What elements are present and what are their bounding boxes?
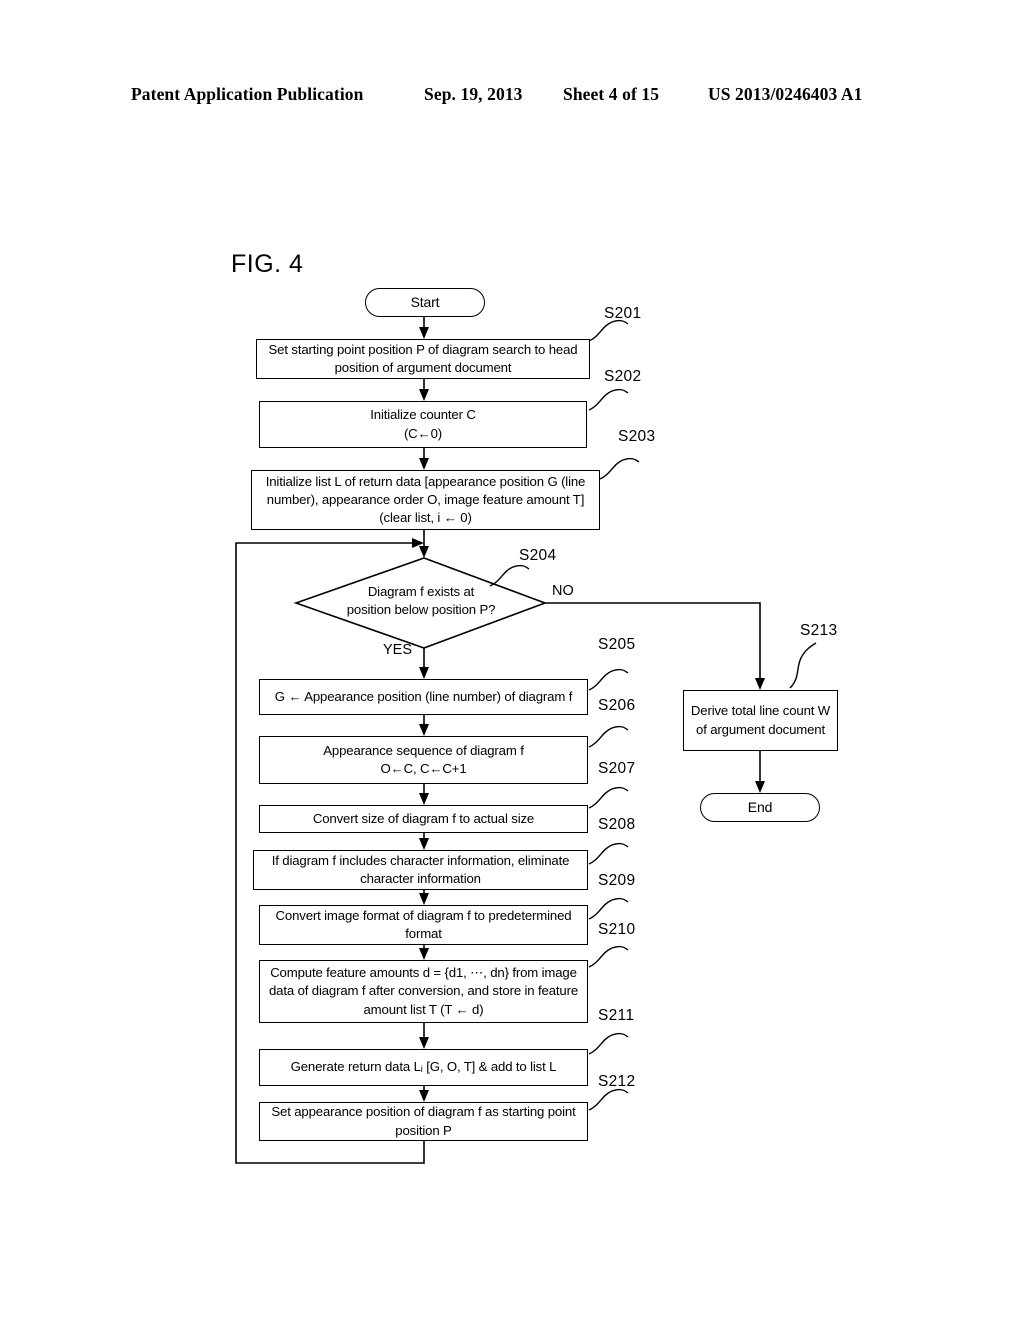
terminal-end[interactable]: End xyxy=(700,793,820,822)
flowchart-figure-4: Start End Set starting point position P … xyxy=(0,0,1024,1320)
step-label-s204: S204 xyxy=(519,547,557,564)
step-label-s205: S205 xyxy=(598,636,636,653)
arrowhead-s210 xyxy=(419,948,429,960)
arrowhead-s206 xyxy=(419,724,429,736)
process-box-s207-text: Convert size of diagram f to actual size xyxy=(312,810,535,826)
process-box-s203-text: Initialize list L of return data [appear… xyxy=(265,473,586,526)
process-box-s213[interactable]: Derive total line count W of argument do… xyxy=(683,690,838,751)
terminal-start[interactable]: Start xyxy=(365,288,485,317)
connector-no-to-s213 xyxy=(545,602,761,681)
process-box-s202-text: Initialize counter C (C←0) xyxy=(370,407,476,441)
step-label-s208: S208 xyxy=(598,816,636,833)
terminal-end-label: End xyxy=(747,798,773,815)
arrowhead-s212 xyxy=(419,1090,429,1102)
process-box-s211[interactable]: Generate return data Lᵢ [G, O, T] & add … xyxy=(259,1049,588,1086)
leader-s205 xyxy=(588,668,629,691)
leader-s210 xyxy=(588,945,629,968)
terminal-start-label: Start xyxy=(410,293,440,310)
process-box-s208[interactable]: If diagram f includes character informat… xyxy=(253,850,588,890)
process-box-s212-text: Set appearance position of diagram f as … xyxy=(271,1104,576,1138)
decision-text-line2: position below position P? xyxy=(346,602,496,618)
step-label-s207: S207 xyxy=(598,760,636,777)
leader-s201 xyxy=(588,319,629,342)
leader-s209 xyxy=(588,897,629,920)
process-box-s210[interactable]: Compute feature amounts d = {d1, ⋯, dn} … xyxy=(259,960,588,1023)
step-label-s206: S206 xyxy=(598,697,636,714)
leader-s213 xyxy=(789,642,817,689)
process-box-s213-text: Derive total line count W of argument do… xyxy=(690,703,831,737)
leader-s211 xyxy=(588,1032,629,1055)
step-label-s203: S203 xyxy=(618,428,656,445)
arrowhead-s202 xyxy=(419,389,429,401)
arrowhead-s211 xyxy=(419,1037,429,1049)
step-label-s210: S210 xyxy=(598,921,636,938)
process-box-s208-text: If diagram f includes character informat… xyxy=(271,852,570,886)
process-box-s211-text: Generate return data Lᵢ [G, O, T] & add … xyxy=(290,1059,557,1075)
arrowhead-s213 xyxy=(755,678,765,690)
process-box-s201[interactable]: Set starting point position P of diagram… xyxy=(256,339,590,379)
arrowhead-decision xyxy=(419,546,429,558)
step-label-s213: S213 xyxy=(800,622,838,639)
leader-s203 xyxy=(599,457,640,480)
leader-s206 xyxy=(588,725,629,748)
leader-s212 xyxy=(588,1088,629,1111)
arrowhead-s201 xyxy=(419,327,429,339)
leader-s202 xyxy=(588,388,629,411)
arrowhead-s207 xyxy=(419,793,429,805)
process-box-s206-text: Appearance sequence of diagram f O←C, C←… xyxy=(323,742,524,776)
step-label-s209: S209 xyxy=(598,872,636,889)
arrowhead-s209 xyxy=(419,893,429,905)
process-box-s202[interactable]: Initialize counter C (C←0) xyxy=(259,401,587,448)
process-box-s209[interactable]: Convert image format of diagram f to pre… xyxy=(259,905,588,945)
arrowhead-s205 xyxy=(419,667,429,679)
arrowhead-s203 xyxy=(419,458,429,470)
leader-s208 xyxy=(588,842,629,865)
branch-label-yes: YES xyxy=(383,642,413,658)
process-box-s205-text: G ← Appearance position (line number) of… xyxy=(274,688,573,704)
arrowhead-feedback xyxy=(412,538,424,548)
step-label-s201: S201 xyxy=(604,305,642,322)
process-box-s201-text: Set starting point position P of diagram… xyxy=(268,341,578,375)
step-label-s211: S211 xyxy=(598,1007,635,1024)
process-box-s206[interactable]: Appearance sequence of diagram f O←C, C←… xyxy=(259,736,588,784)
process-box-s205[interactable]: G ← Appearance position (line number) of… xyxy=(259,679,588,715)
process-box-s212[interactable]: Set appearance position of diagram f as … xyxy=(259,1102,588,1141)
decision-text-line1: Diagram f exists at xyxy=(367,584,475,599)
arrowhead-s208 xyxy=(419,838,429,850)
process-box-s210-text: Compute feature amounts d = {d1, ⋯, dn} … xyxy=(268,965,578,1017)
process-box-s209-text: Convert image format of diagram f to pre… xyxy=(275,907,572,941)
step-label-s212: S212 xyxy=(598,1073,636,1090)
process-box-s203[interactable]: Initialize list L of return data [appear… xyxy=(251,470,600,530)
arrowhead-end xyxy=(755,781,765,793)
leader-s207 xyxy=(588,786,629,809)
step-label-s202: S202 xyxy=(604,368,642,385)
decision-text-s204: Diagram f exists at position below posit… xyxy=(296,583,546,620)
process-box-s207[interactable]: Convert size of diagram f to actual size xyxy=(259,805,588,833)
branch-label-no: NO xyxy=(552,583,574,599)
